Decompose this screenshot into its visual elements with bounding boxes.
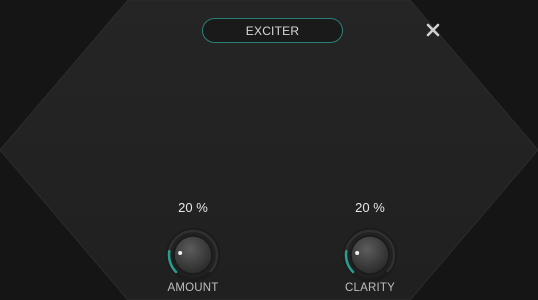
clarity-control: 20 % CLARITY (320, 200, 420, 300)
clarity-knob[interactable] (335, 224, 405, 284)
clarity-value: 20 % (355, 200, 385, 215)
clarity-label: CLARITY (345, 282, 395, 294)
plugin-title: EXCITER (245, 23, 300, 38)
exciter-panel: EXCITER 20 % AMOUNT 20 % CLARITY (0, 0, 538, 300)
hexagon-background (0, 0, 538, 300)
amount-indicator-dot (178, 250, 183, 255)
amount-control: 20 % AMOUNT (143, 200, 243, 300)
close-icon[interactable] (422, 19, 444, 41)
plugin-title-button[interactable]: EXCITER (202, 18, 343, 43)
amount-value: 20 % (178, 200, 208, 215)
clarity-indicator-dot (355, 250, 360, 255)
amount-knob[interactable] (158, 224, 228, 284)
amount-label: AMOUNT (167, 282, 219, 294)
